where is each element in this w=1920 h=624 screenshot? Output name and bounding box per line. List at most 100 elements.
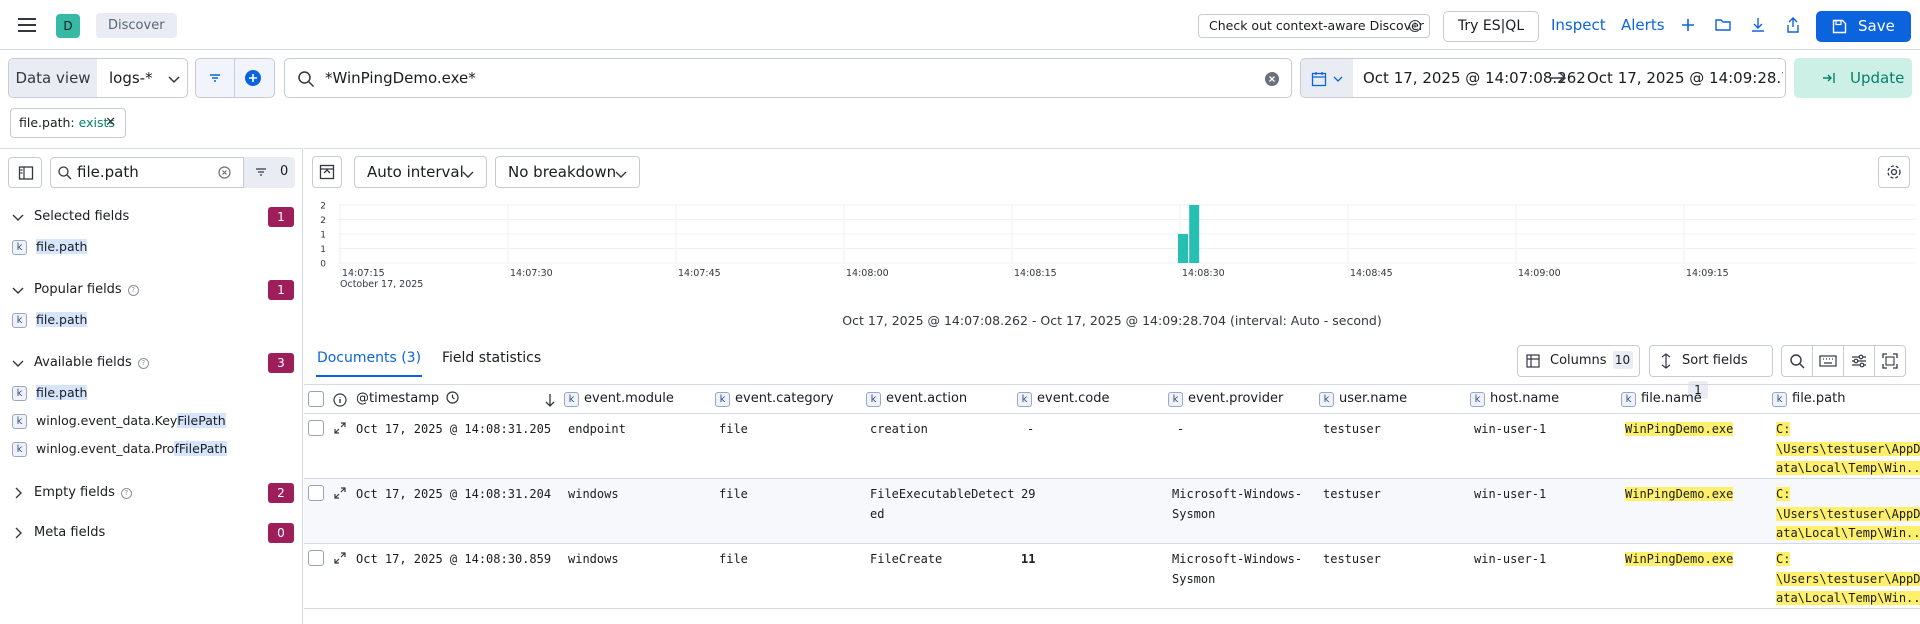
section-label: Meta fields <box>34 525 106 540</box>
breadcrumb-discover[interactable]: Discover <box>96 13 177 38</box>
date-end[interactable]: Oct 17, 2025 @ 14:09:28.704 <box>1587 59 1783 97</box>
open-folder-icon[interactable] <box>1714 16 1732 34</box>
display-settings-button[interactable] <box>1843 345 1875 377</box>
chevron-right-icon <box>15 527 22 539</box>
row-checkbox[interactable] <box>308 420 324 436</box>
panel-toggle-icon <box>319 164 335 180</box>
field-label: file.path <box>36 239 88 254</box>
field-item[interactable]: k file.path <box>12 237 88 257</box>
breakdown-label: No breakdown <box>508 163 617 181</box>
expand-icon[interactable] <box>334 487 346 499</box>
field-item[interactable]: k file.path <box>12 310 88 330</box>
collapse-chart-button[interactable] <box>312 156 342 188</box>
column-header-label: @timestamp <box>356 391 440 406</box>
context-aware-discover-button[interactable]: Check out context-aware Discover i <box>1198 14 1430 38</box>
keyboard-icon <box>1819 355 1837 367</box>
interval-select[interactable]: Auto interval <box>354 156 487 188</box>
column-header-file-name[interactable]: k file.name <box>1621 385 1702 415</box>
expand-icon[interactable] <box>334 422 346 434</box>
field-type-filter[interactable]: 0 <box>243 157 295 188</box>
section-empty-fields[interactable]: Empty fields? <box>12 483 132 503</box>
section-selected-fields[interactable]: Selected fields <box>12 207 129 227</box>
keyboard-shortcuts-button[interactable] <box>1812 345 1844 377</box>
sidebar-toggle-button[interactable] <box>8 157 42 188</box>
update-button[interactable]: Update <box>1794 58 1912 98</box>
keyword-type-icon: k <box>1470 392 1485 407</box>
section-meta-fields[interactable]: Meta fields <box>12 523 105 543</box>
column-header-host-name[interactable]: k host.name <box>1470 385 1559 415</box>
column-header-user-name[interactable]: k user.name <box>1319 385 1407 415</box>
section-label: Available fields <box>34 355 132 370</box>
column-header-label: event.action <box>886 391 968 406</box>
x-tick-label: 14:08:15 <box>1014 268 1057 279</box>
column-header-timestamp[interactable]: @timestamp <box>338 385 459 415</box>
tab-documents[interactable]: Documents (3) <box>316 339 422 377</box>
query-search-box[interactable]: *WinPingDemo.exe* <box>284 58 1292 98</box>
close-icon[interactable]: ✕ <box>105 109 116 137</box>
column-header-event-action[interactable]: k event.action <box>866 385 967 415</box>
download-icon[interactable] <box>1749 16 1767 34</box>
column-header-event-code[interactable]: k event.code <box>1017 385 1110 415</box>
column-header-event-provider[interactable]: k event.provider <box>1168 385 1283 415</box>
filter-pill[interactable]: file.path: exists ✕ <box>10 108 126 138</box>
table-row[interactable]: Oct 17, 2025 @ 14:08:31.205 endpoint fil… <box>304 414 1920 479</box>
cell-timestamp: Oct 17, 2025 @ 14:08:31.204 <box>356 487 552 501</box>
clear-icon[interactable] <box>1264 71 1280 87</box>
chevron-down-icon <box>462 171 474 178</box>
row-checkbox[interactable] <box>308 485 324 501</box>
chevron-right-icon <box>15 487 22 499</box>
cell-event-action: FileCreate <box>870 552 943 566</box>
expand-icon[interactable] <box>334 552 346 564</box>
alerts-link[interactable]: Alerts <box>1621 16 1665 34</box>
cell-event-action: creation <box>870 422 928 436</box>
fullscreen-button[interactable] <box>1874 345 1906 377</box>
field-item[interactable]: k winlog.event_data.ProfFilePath <box>12 439 228 459</box>
column-header-file-path[interactable]: k file.path <box>1772 385 1846 415</box>
space-avatar[interactable]: D <box>56 14 80 38</box>
count-badge: 3 <box>268 353 294 373</box>
chevron-down-icon <box>12 360 24 367</box>
data-view-label: Data view <box>9 59 97 97</box>
data-view-picker[interactable]: Data view logs-* <box>8 58 188 98</box>
column-header-event-category[interactable]: k event.category <box>715 385 834 415</box>
chevron-down-icon <box>12 287 24 294</box>
add-filter-icon[interactable] <box>244 69 262 87</box>
x-tick-label: 14:07:30 <box>510 268 553 279</box>
sort-descending-icon[interactable] <box>544 393 556 408</box>
cell-file-path: C: \Users\testuser\AppD ata\Local\Temp\W… <box>1776 552 1920 605</box>
plus-icon[interactable] <box>1679 16 1697 34</box>
tab-field-statistics[interactable]: Field statistics <box>442 339 541 377</box>
section-label: Empty fields <box>34 485 115 500</box>
filter-icon[interactable] <box>208 71 222 85</box>
chart-options-button[interactable] <box>1878 156 1910 188</box>
section-available-fields[interactable]: Available fields? <box>12 353 149 373</box>
table-row[interactable]: Oct 17, 2025 @ 14:08:30.859 windows file… <box>304 544 1920 609</box>
save-button[interactable]: Save <box>1816 11 1911 42</box>
grid-search-button[interactable] <box>1781 345 1813 377</box>
cell-event-module: windows <box>568 487 619 501</box>
inspect-link[interactable]: Inspect <box>1551 16 1606 34</box>
select-all-checkbox[interactable] <box>308 391 324 407</box>
column-header-event-module[interactable]: k event.module <box>564 385 674 415</box>
section-popular-fields[interactable]: Popular fields? <box>12 280 139 300</box>
breakdown-select[interactable]: No breakdown <box>495 156 640 188</box>
calendar-icon <box>1311 72 1327 87</box>
column-header-label: event.provider <box>1188 391 1284 406</box>
table-row[interactable]: Oct 17, 2025 @ 14:08:31.204 windows file… <box>304 479 1920 544</box>
field-item[interactable]: k file.path <box>12 383 88 403</box>
keyword-type-icon: k <box>1319 392 1334 407</box>
share-icon[interactable] <box>1784 16 1802 34</box>
field-item[interactable]: k winlog.event_data.KeyFilePath <box>12 411 226 431</box>
menu-icon[interactable] <box>16 15 38 35</box>
quick-date-menu[interactable] <box>1301 59 1353 97</box>
keyword-type-icon: k <box>1168 392 1183 407</box>
cell-event-code: - <box>1027 422 1035 436</box>
histogram-bar <box>1189 205 1200 263</box>
keyword-type-icon: k <box>564 392 579 407</box>
clear-icon[interactable] <box>218 166 231 179</box>
row-checkbox[interactable] <box>308 550 324 566</box>
columns-button[interactable]: Columns 10 <box>1517 345 1640 377</box>
try-esql-button[interactable]: Try ES|QL <box>1443 11 1539 42</box>
field-search[interactable]: file.path 0 <box>50 157 295 188</box>
sort-fields-button[interactable]: Sort fields1 <box>1649 345 1773 399</box>
